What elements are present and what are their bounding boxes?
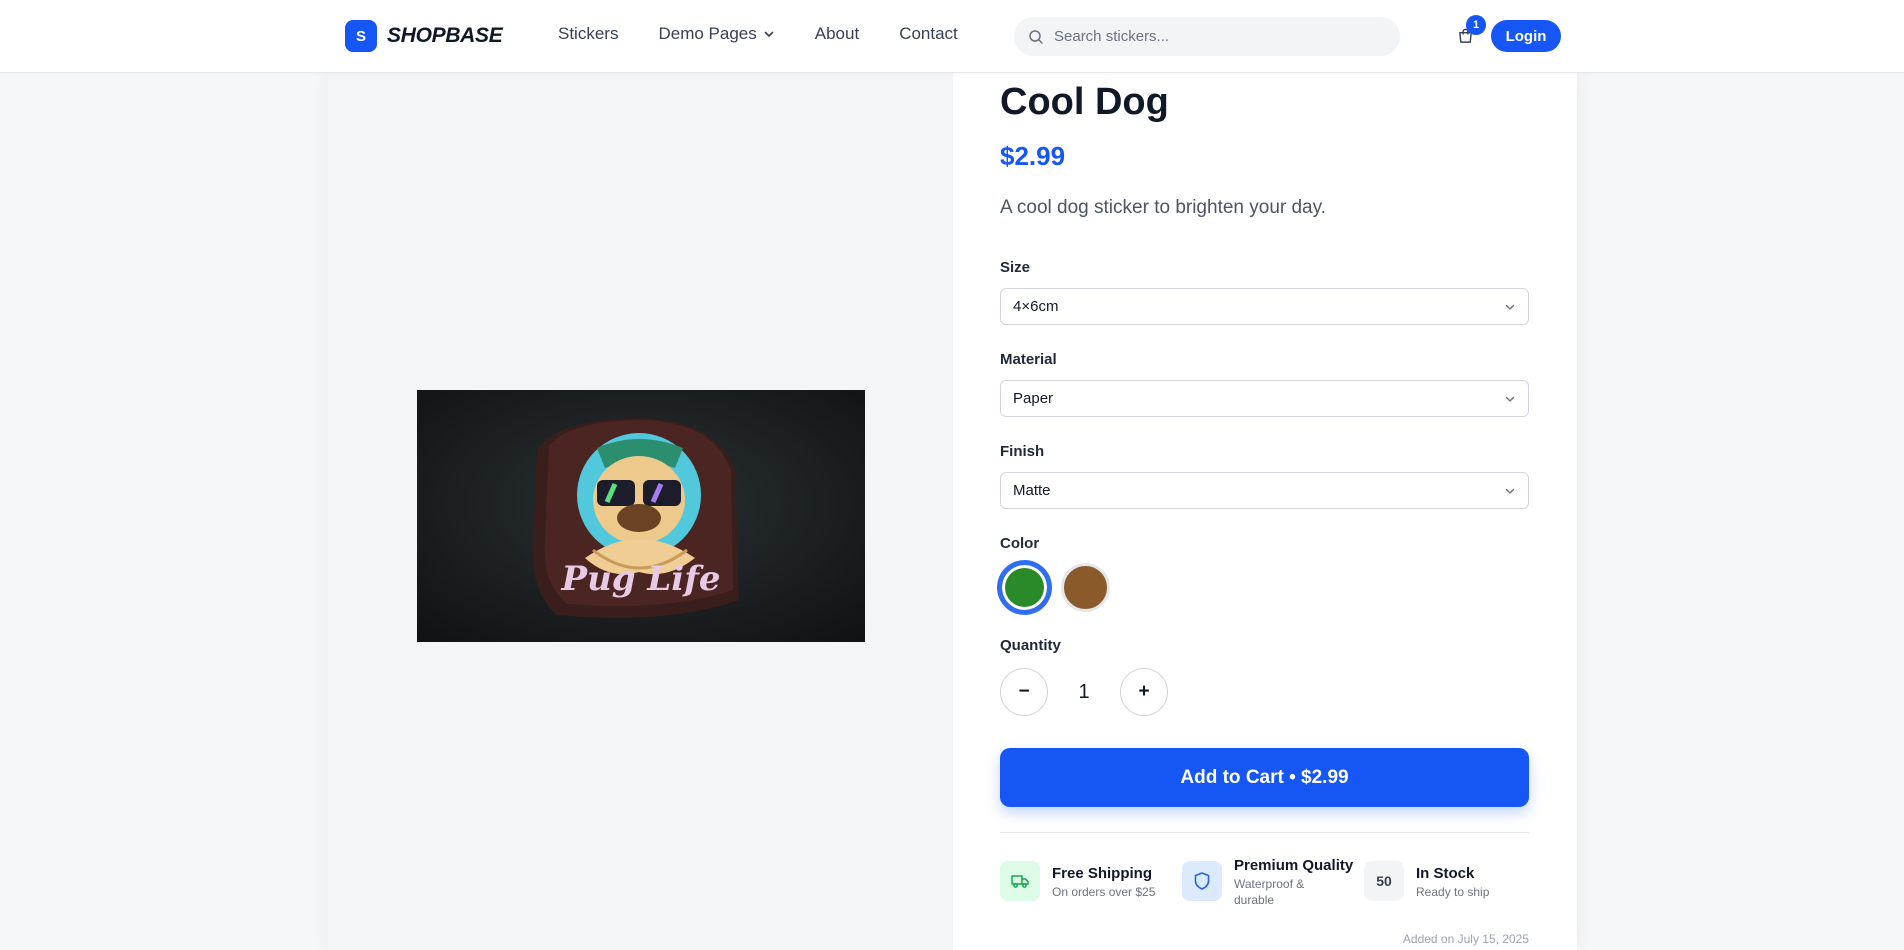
nav-demo-pages[interactable]: Demo Pages — [658, 24, 774, 44]
chevron-down-icon — [1505, 304, 1515, 310]
quantity-label: Quantity — [1000, 637, 1061, 654]
nav-stickers[interactable]: Stickers — [558, 24, 618, 44]
feature-shipping-title: Free Shipping — [1052, 865, 1153, 882]
main-nav: Stickers Demo Pages About Contact — [558, 24, 958, 44]
feature-shipping-sub: On orders over $25 — [1052, 885, 1156, 899]
product-card: Pug Life Cool Dog $2.99 A cool dog stick… — [328, 73, 1577, 950]
search-input[interactable] — [1054, 28, 1374, 45]
stock-count: 50 — [1376, 873, 1392, 889]
feature-stock-title: In Stock — [1416, 865, 1475, 882]
nav-contact-label: Contact — [899, 24, 958, 43]
product-gallery: Pug Life — [328, 73, 953, 950]
product-image[interactable]: Pug Life — [417, 390, 865, 642]
nav-about[interactable]: About — [815, 24, 859, 44]
material-value: Paper — [1013, 390, 1054, 407]
product-description: A cool dog sticker to brighten your day. — [1000, 197, 1326, 218]
nav-demo-pages-label: Demo Pages — [658, 24, 757, 43]
shield-icon — [1182, 861, 1222, 901]
truck-icon — [1000, 861, 1040, 901]
product-title: Cool Dog — [1000, 81, 1169, 123]
search-bar — [1014, 17, 1400, 56]
cart-count-badge: 1 — [1466, 15, 1486, 35]
feature-quality-title: Premium Quality — [1234, 857, 1354, 874]
finish-label: Finish — [1000, 443, 1045, 460]
color-swatches — [1000, 563, 1110, 612]
size-label: Size — [1000, 259, 1031, 276]
logo-mark: S — [345, 20, 377, 52]
finish-select[interactable]: Matte — [1000, 472, 1529, 509]
quantity-decrease-button[interactable]: − — [1000, 668, 1048, 716]
feature-free-shipping: Free Shipping On orders over $25 — [1000, 861, 1182, 908]
chevron-down-icon — [1505, 396, 1515, 402]
quantity-stepper: − 1 + — [1000, 668, 1168, 716]
chevron-down-icon — [764, 31, 774, 37]
cart-button[interactable]: 1 — [1457, 15, 1486, 45]
size-select[interactable]: 4×6cm — [1000, 288, 1529, 325]
material-select[interactable]: Paper — [1000, 380, 1529, 417]
chevron-down-icon — [1505, 488, 1515, 494]
site-header: S SHOPBASE Stickers Demo Pages About Con… — [0, 0, 1904, 73]
brand-logo[interactable]: S SHOPBASE — [345, 20, 503, 52]
brand-name: SHOPBASE — [387, 24, 503, 47]
login-button[interactable]: Login — [1491, 20, 1561, 52]
size-value: 4×6cm — [1013, 298, 1059, 315]
quantity-increase-button[interactable]: + — [1120, 668, 1168, 716]
nav-contact[interactable]: Contact — [899, 24, 958, 44]
color-label: Color — [1000, 535, 1040, 552]
product-price: $2.99 — [1000, 141, 1066, 171]
color-swatch-green[interactable] — [1000, 563, 1049, 612]
add-to-cart-button[interactable]: Add to Cart • $2.99 — [1000, 748, 1529, 807]
finish-value: Matte — [1013, 482, 1051, 499]
color-swatch-brown[interactable] — [1061, 563, 1110, 612]
stock-count-badge: 50 — [1364, 861, 1404, 901]
nav-about-label: About — [814, 24, 860, 43]
feature-in-stock: 50 In Stock Ready to ship — [1364, 861, 1489, 908]
sticker-lettering: Pug Life — [561, 559, 721, 599]
quantity-value: 1 — [1078, 680, 1090, 703]
added-date: Added on July 15, 2025 — [1402, 932, 1529, 946]
feature-premium-quality: Premium Quality Waterproof & durable — [1182, 857, 1364, 908]
divider — [1000, 832, 1529, 833]
product-features: Free Shipping On orders over $25 Premium… — [1000, 857, 1529, 908]
feature-quality-sub: Waterproof & durable — [1234, 877, 1305, 907]
search-icon — [1029, 29, 1043, 44]
nav-stickers-label: Stickers — [558, 24, 619, 43]
feature-stock-sub: Ready to ship — [1416, 885, 1490, 899]
material-label: Material — [1000, 351, 1057, 368]
